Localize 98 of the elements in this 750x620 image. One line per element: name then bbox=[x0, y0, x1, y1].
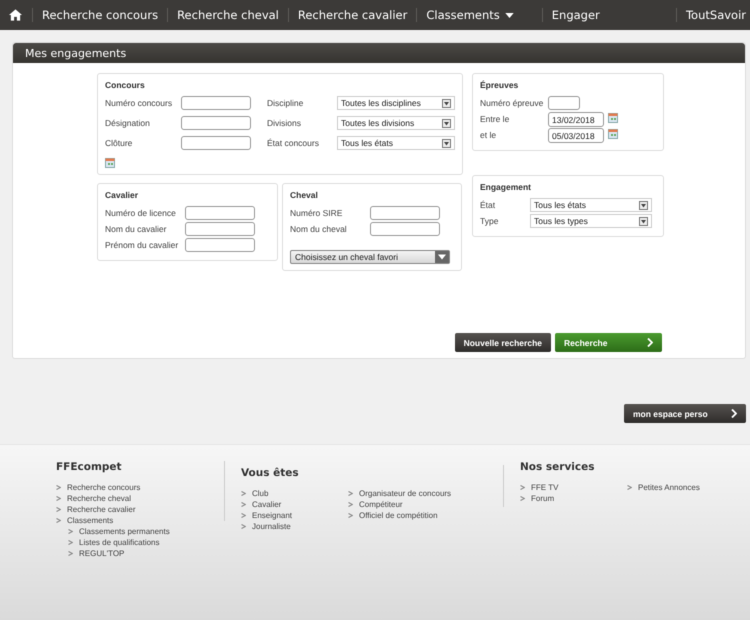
field-label: Prénom du cavalier bbox=[105, 239, 180, 250]
input-field[interactable] bbox=[181, 96, 251, 110]
bullet-icon bbox=[56, 496, 61, 501]
dropdown[interactable]: Toutes les disciplines bbox=[337, 96, 455, 110]
footer-link[interactable]: Classements bbox=[56, 515, 114, 526]
section-title: Épreuves bbox=[480, 80, 520, 90]
field-label: Numéro concours bbox=[105, 97, 174, 108]
footer-link[interactable]: Compétiteur bbox=[348, 499, 403, 510]
bullet-icon bbox=[68, 540, 73, 545]
footer-link[interactable]: FFE TV bbox=[520, 482, 558, 493]
footer-heading: Vous êtes bbox=[241, 467, 300, 479]
bullet-icon bbox=[241, 491, 246, 496]
field-label: Numéro épreuve bbox=[480, 97, 544, 108]
field-label: Discipline bbox=[267, 97, 304, 108]
footer-link[interactable]: Journaliste bbox=[241, 521, 291, 532]
dropdown-arrow-icon bbox=[639, 216, 648, 226]
bullet-icon bbox=[68, 551, 73, 556]
dropdown[interactable]: Tous les types bbox=[530, 214, 652, 228]
footer-link[interactable]: Cavalier bbox=[241, 499, 282, 510]
bullet-icon bbox=[627, 485, 632, 490]
input-field[interactable] bbox=[181, 136, 251, 150]
field-label: Désignation bbox=[105, 117, 151, 128]
bullet-icon bbox=[56, 518, 61, 523]
bullet-icon bbox=[520, 485, 525, 490]
footer-link[interactable]: Officiel de compétition bbox=[348, 510, 438, 521]
bullet-icon bbox=[56, 485, 61, 490]
caret-icon bbox=[435, 251, 449, 263]
input-field[interactable] bbox=[185, 238, 255, 252]
field-label: Numéro SIRE bbox=[290, 207, 344, 218]
search-button[interactable]: Recherche bbox=[555, 333, 662, 352]
input-field[interactable] bbox=[181, 116, 251, 130]
bullet-icon bbox=[520, 496, 525, 501]
search-button[interactable]: Nouvelle recherche bbox=[454, 333, 551, 352]
bullet-icon bbox=[56, 507, 61, 512]
dropdown[interactable]: Tous les états bbox=[530, 198, 652, 212]
favorite-horse-dropdown[interactable]: Choisissez un cheval favori bbox=[290, 250, 450, 264]
field-label: et le bbox=[480, 129, 498, 140]
dropdown-arrow-icon bbox=[442, 138, 451, 148]
field-label: Divisions bbox=[267, 117, 302, 128]
footer-link[interactable]: REGUL'TOP bbox=[68, 548, 124, 559]
footer-link[interactable]: Recherche concours bbox=[56, 482, 140, 493]
personal-space-button[interactable]: mon espace perso bbox=[624, 404, 746, 423]
field-label: Numéro de licence bbox=[105, 207, 177, 218]
footer-link[interactable]: Forum bbox=[520, 493, 554, 504]
input-field[interactable] bbox=[185, 222, 255, 236]
input-field[interactable] bbox=[548, 96, 580, 110]
dropdown-arrow-icon bbox=[442, 98, 451, 108]
dropdown-arrow-icon bbox=[639, 200, 648, 210]
calendar-icon[interactable] bbox=[608, 129, 618, 139]
bullet-icon bbox=[348, 502, 353, 507]
panel-title: Mes engagements bbox=[25, 46, 126, 60]
input-field[interactable] bbox=[370, 206, 440, 220]
field-label: État bbox=[480, 199, 496, 210]
field-label: Clôture bbox=[105, 137, 134, 148]
section-title: Cheval bbox=[290, 190, 319, 200]
date-field[interactable]: 13/02/2018 bbox=[548, 112, 604, 127]
nav-link[interactable]: ToutSavoir bbox=[676, 8, 750, 22]
input-field[interactable] bbox=[185, 206, 255, 220]
bullet-icon bbox=[68, 529, 73, 534]
field-label: Entre le bbox=[480, 113, 510, 124]
chevron-right-icon bbox=[731, 409, 737, 418]
footer-heading: Nos services bbox=[520, 461, 596, 473]
home-icon[interactable] bbox=[9, 9, 22, 21]
dropdown[interactable]: Toutes les divisions bbox=[337, 116, 455, 130]
footer-link[interactable]: Listes de qualifications bbox=[68, 537, 160, 548]
dropdown-arrow-icon bbox=[442, 118, 451, 128]
footer-link[interactable]: Club bbox=[241, 488, 268, 499]
bullet-icon bbox=[241, 513, 246, 518]
nav-link[interactable]: Recherche concours bbox=[32, 8, 168, 22]
nav-link[interactable]: Engager bbox=[542, 8, 609, 22]
footer-link[interactable]: Recherche cheval bbox=[56, 493, 132, 504]
calendar-icon[interactable] bbox=[608, 113, 618, 123]
input-field[interactable] bbox=[370, 222, 440, 236]
footer-link[interactable]: Recherche cavalier bbox=[56, 504, 136, 515]
footer-link[interactable]: Organisateur de concours bbox=[348, 488, 452, 499]
date-field[interactable]: 05/03/2018 bbox=[548, 128, 604, 143]
bullet-icon bbox=[241, 524, 246, 529]
footer-heading: FFEcompet bbox=[56, 461, 123, 473]
dropdown[interactable]: Tous les états bbox=[337, 136, 455, 150]
footer-link[interactable]: Classements permanents bbox=[68, 526, 170, 537]
bullet-icon bbox=[348, 491, 353, 496]
nav-link[interactable]: Recherche cheval bbox=[167, 8, 288, 22]
section-title: Concours bbox=[105, 80, 146, 90]
section-title: Engagement bbox=[480, 182, 532, 192]
nav-link[interactable]: Recherche cavalier bbox=[288, 8, 416, 22]
footer-link[interactable]: Petites Annonces bbox=[627, 482, 700, 493]
nav-link[interactable]: Classements bbox=[416, 8, 523, 22]
calendar-icon[interactable] bbox=[105, 158, 115, 168]
field-label: Nom du cheval bbox=[290, 223, 348, 234]
bullet-icon bbox=[348, 513, 353, 518]
field-label: Type bbox=[480, 215, 500, 226]
chevron-right-icon bbox=[647, 338, 653, 347]
field-label: État concours bbox=[267, 137, 320, 148]
footer-link[interactable]: Enseignant bbox=[241, 510, 292, 521]
section-title: Cavalier bbox=[105, 190, 140, 200]
bullet-icon bbox=[241, 502, 246, 507]
caret-icon bbox=[504, 12, 514, 18]
field-label: Nom du cavalier bbox=[105, 223, 168, 234]
